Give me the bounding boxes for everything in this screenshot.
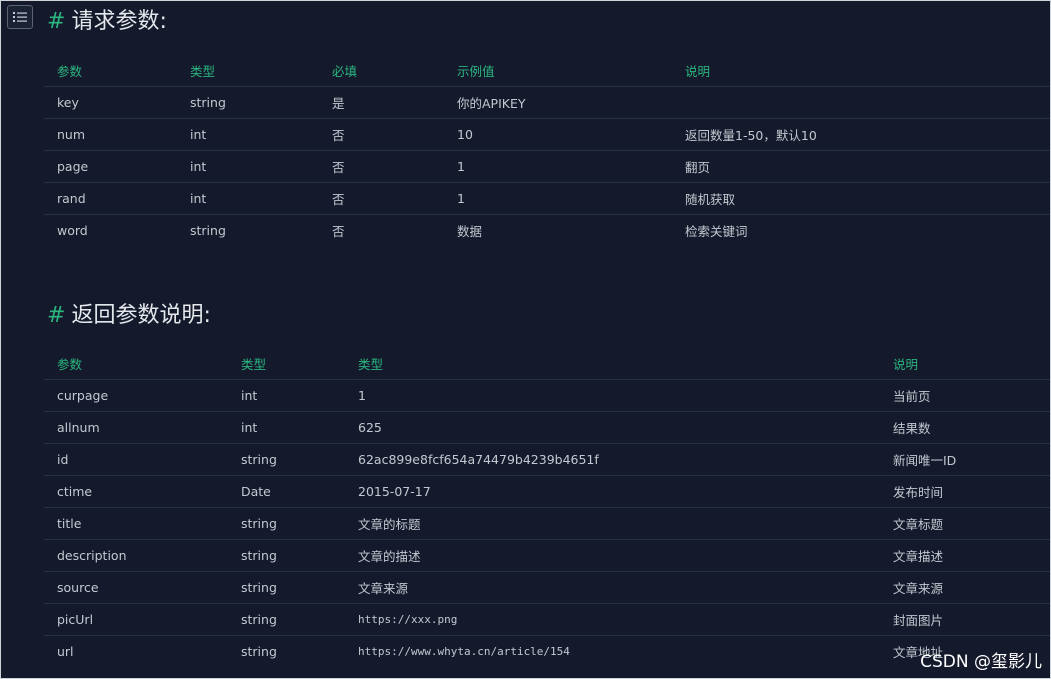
table-row: allnum int 625 结果数 bbox=[44, 411, 1050, 444]
table-cell: int bbox=[177, 118, 319, 151]
table-cell: 文章标题 bbox=[880, 507, 1050, 540]
table-header-row: 参数 类型 类型 说明 bbox=[44, 348, 1050, 380]
table-cell: 当前页 bbox=[880, 379, 1050, 412]
table-cell: allnum bbox=[44, 411, 228, 444]
table-cell: 文章的描述 bbox=[345, 539, 880, 572]
table-row: page int 否 1 翻页 bbox=[44, 150, 1050, 183]
table-cell: https://www.whyta.cn/article/154 bbox=[358, 645, 570, 658]
column-header: 参数 bbox=[44, 348, 228, 380]
table-cell: 新闻唯一ID bbox=[880, 443, 1050, 476]
table-cell: url bbox=[57, 644, 74, 659]
table-cell: 你的APIKEY bbox=[444, 86, 672, 119]
table-cell: source bbox=[44, 571, 228, 604]
table-cell: 否 bbox=[319, 182, 444, 215]
table-cell: 否 bbox=[319, 150, 444, 183]
column-header: 类型 bbox=[345, 348, 880, 380]
document-page: # 请求参数: 参数 类型 必填 示例值 说明 key string 是你的APIKE… bbox=[0, 0, 1051, 679]
table-cell: string bbox=[228, 507, 345, 540]
request-params-table: 参数 类型 必填 示例值 说明 key string 是你的APIKEY num int… bbox=[44, 55, 1050, 247]
table-cell: 否 bbox=[332, 224, 345, 239]
table-row: picUrl string https://xxx.png 封面图片 bbox=[44, 603, 1050, 636]
table-cell: 检索关键词 bbox=[685, 224, 748, 239]
table-cell: key bbox=[44, 86, 177, 119]
table-row: source string 文章来源 文章来源 bbox=[44, 571, 1050, 604]
toc-button[interactable] bbox=[7, 5, 33, 29]
response-params-body: curpage int 1 当前页 allnum int 625 结果数 id string 62a… bbox=[44, 379, 1050, 668]
table-cell: 文章的标题 bbox=[345, 507, 880, 540]
column-header: 说明 bbox=[880, 348, 1050, 380]
table-cell: string bbox=[241, 644, 277, 659]
column-header: 示例值 bbox=[444, 55, 672, 87]
table-cell: string bbox=[177, 86, 319, 119]
column-header: 类型 bbox=[177, 55, 319, 87]
table-row: curpage int 1 当前页 bbox=[44, 379, 1050, 412]
table-row: rand int 否 1 随机获取 bbox=[44, 182, 1050, 215]
column-header: 必填 bbox=[319, 55, 444, 87]
table-row: num int 否 10 返回数量1-50，默认10 bbox=[44, 118, 1050, 151]
table-cell: curpage bbox=[44, 379, 228, 412]
table-cell: 发布时间 bbox=[880, 475, 1050, 508]
table-cell: id bbox=[44, 443, 228, 476]
table-cell: 625 bbox=[345, 411, 880, 444]
table-cell: Date bbox=[228, 475, 345, 508]
csdn-watermark: CSDN @玺影儿 bbox=[920, 652, 1042, 672]
table-cell: ctime bbox=[44, 475, 228, 508]
table-cell: int bbox=[228, 379, 345, 412]
table-cell: 1 bbox=[444, 182, 672, 215]
table-cell: string bbox=[228, 571, 345, 604]
table-cell: 随机获取 bbox=[672, 182, 1050, 215]
response-params-title: 返回参数说明: bbox=[71, 303, 211, 328]
list-toc-icon bbox=[13, 12, 27, 22]
table-cell: int bbox=[177, 150, 319, 183]
table-cell: picUrl bbox=[44, 603, 228, 636]
table-cell: 返回数量1-50，默认10 bbox=[672, 118, 1050, 151]
response-params-heading: # 返回参数说明: bbox=[47, 305, 211, 327]
table-row: word string 否 数据 检索关键词 bbox=[44, 215, 1050, 247]
table-cell: 结果数 bbox=[880, 411, 1050, 444]
table-row: id string 62ac899e8fcf654a74479b4239b4651f… bbox=[44, 443, 1050, 476]
table-row: ctime Date 2015-07-17 发布时间 bbox=[44, 475, 1050, 508]
table-cell: 翻页 bbox=[672, 150, 1050, 183]
request-params-body: key string 是你的APIKEY num int 否 10 返回数量1-50，默认10… bbox=[44, 86, 1050, 247]
table-cell: 1 bbox=[444, 150, 672, 183]
table-cell: 10 bbox=[444, 118, 672, 151]
table-cell: word bbox=[57, 223, 88, 238]
table-cell: string bbox=[228, 539, 345, 572]
request-params-heading: # 请求参数: bbox=[47, 11, 167, 33]
table-cell: 数据 bbox=[457, 224, 483, 239]
table-cell: title bbox=[44, 507, 228, 540]
table-row: key string 是你的APIKEY bbox=[44, 86, 1050, 119]
column-header: 参数 bbox=[44, 55, 177, 87]
table-cell: description bbox=[44, 539, 228, 572]
response-params-table: 参数 类型 类型 说明 curpage int 1 当前页 allnum int 625 结果… bbox=[44, 348, 1050, 668]
table-cell: 否 bbox=[319, 118, 444, 151]
table-header-row: 参数 类型 必填 示例值 说明 bbox=[44, 55, 1050, 87]
table-cell: string bbox=[228, 443, 345, 476]
table-cell: 文章来源 bbox=[880, 571, 1050, 604]
table-row: title string 文章的标题 文章标题 bbox=[44, 507, 1050, 540]
table-cell: string bbox=[190, 223, 226, 238]
table-cell: 62ac899e8fcf654a74479b4239b4651f bbox=[345, 443, 880, 476]
table-cell: 是 bbox=[319, 86, 444, 119]
table-row: description string 文章的描述 文章描述 bbox=[44, 539, 1050, 572]
heading-hash-mark: # bbox=[47, 9, 66, 34]
table-row: url string https://www.whyta.cn/article/15… bbox=[44, 636, 1050, 668]
table-cell bbox=[672, 86, 1050, 119]
heading-hash-mark: # bbox=[47, 303, 66, 328]
table-cell: num bbox=[44, 118, 177, 151]
request-params-title: 请求参数: bbox=[71, 9, 167, 34]
table-cell: 封面图片 bbox=[880, 603, 1050, 636]
table-cell: 2015-07-17 bbox=[345, 475, 880, 508]
table-cell: int bbox=[228, 411, 345, 444]
table-cell: rand bbox=[44, 182, 177, 215]
column-header: 类型 bbox=[228, 348, 345, 380]
table-cell: 文章描述 bbox=[880, 539, 1050, 572]
table-cell: 文章来源 bbox=[345, 571, 880, 604]
table-cell: string bbox=[228, 603, 345, 636]
table-cell: int bbox=[177, 182, 319, 215]
table-cell: https://xxx.png bbox=[345, 603, 880, 636]
column-header: 说明 bbox=[672, 55, 1050, 87]
table-cell: page bbox=[44, 150, 177, 183]
table-cell: 1 bbox=[345, 379, 880, 412]
